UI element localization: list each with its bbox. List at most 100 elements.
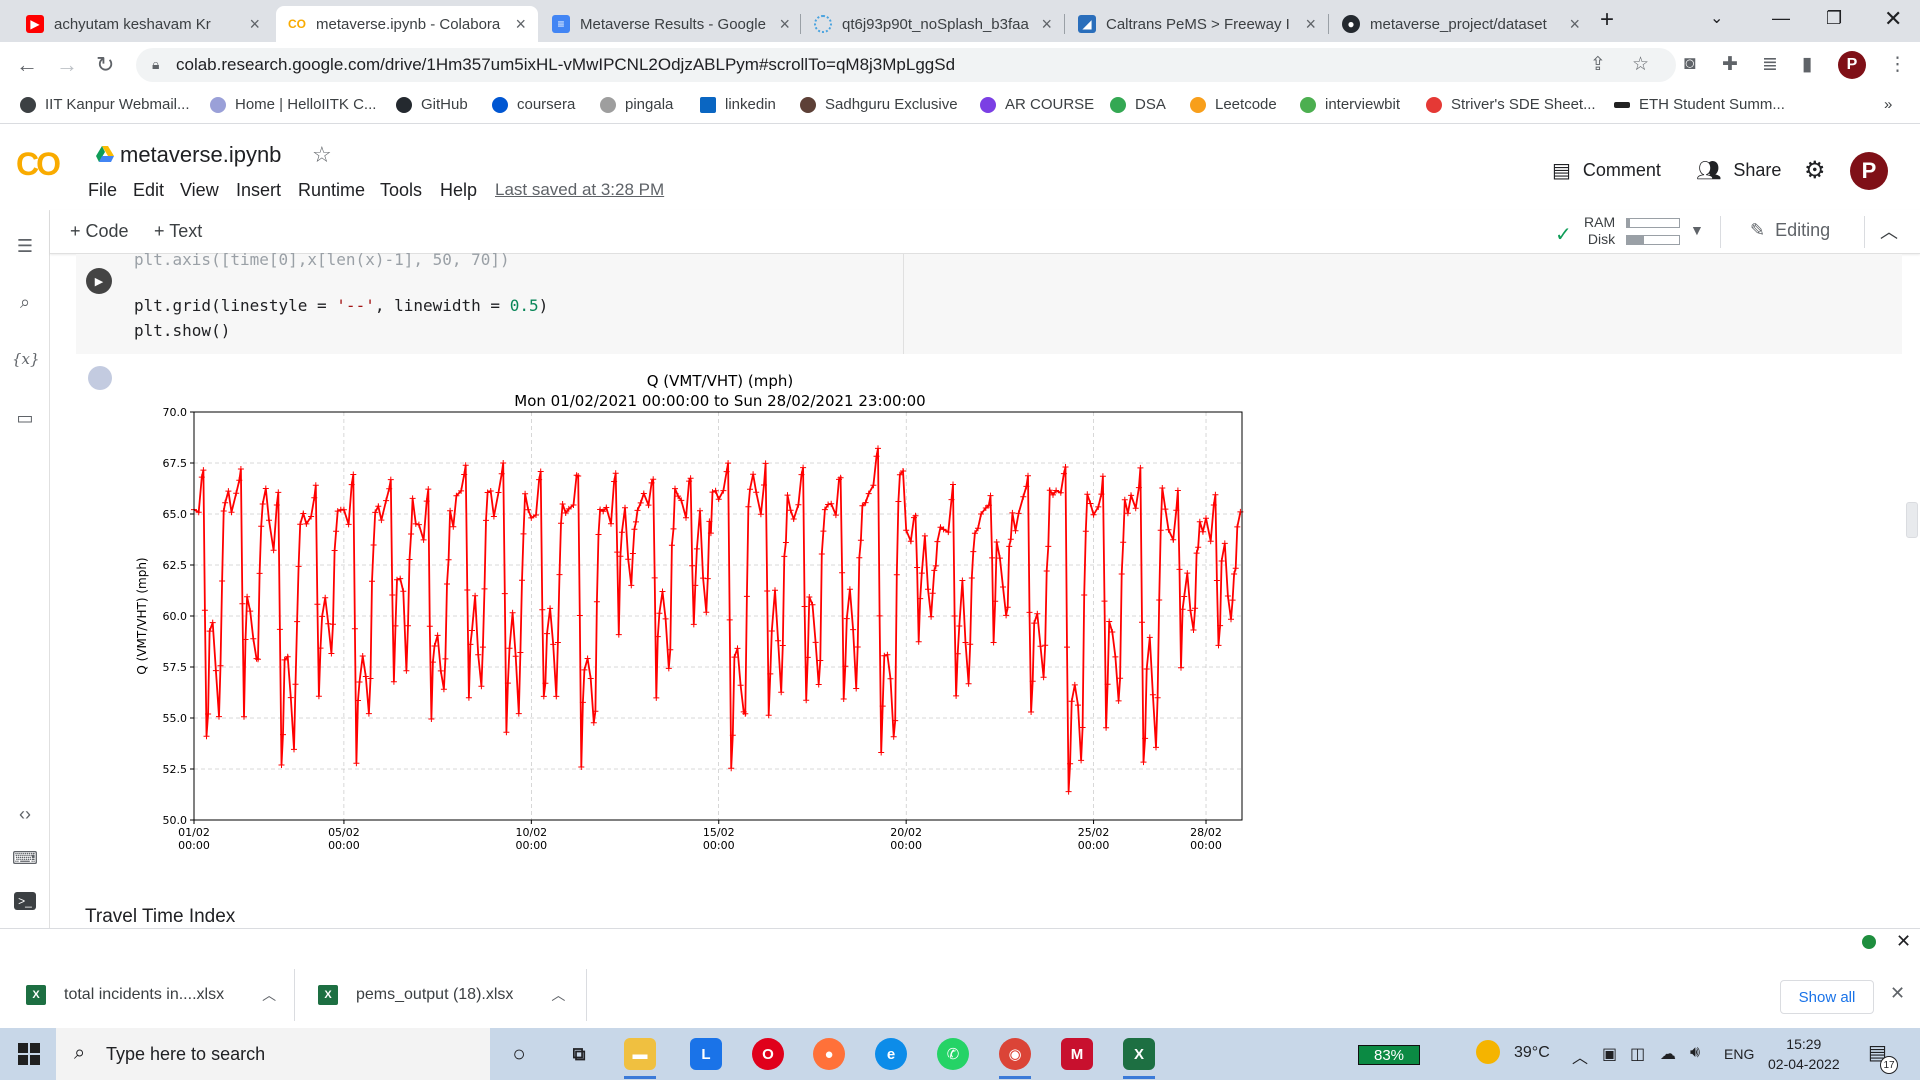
tab-splash[interactable]: qt6j93p90t_noSplash_b3faa × xyxy=(802,6,1064,42)
file-explorer-icon[interactable]: ▬ xyxy=(624,1038,656,1079)
drive-icon[interactable] xyxy=(96,146,114,162)
window-close-icon[interactable]: ✕ xyxy=(1884,6,1902,32)
menu-insert[interactable]: Insert xyxy=(236,180,281,201)
editing-mode-button[interactable]: ✎ Editing xyxy=(1750,220,1830,241)
chevron-up-icon[interactable]: ︿ xyxy=(262,985,276,1005)
windows-start-icon[interactable] xyxy=(18,1043,40,1065)
side-panel-icon[interactable]: ▮ xyxy=(1802,53,1812,76)
tab-search-icon[interactable]: ⌄ xyxy=(1710,8,1723,28)
section-heading-travel-time-index[interactable]: Travel Time Index xyxy=(85,906,235,928)
share-button[interactable]: 👥︎ Share xyxy=(1696,158,1781,183)
clock[interactable]: 15:29 02-04-2022 xyxy=(1768,1034,1840,1074)
weather-sun-icon[interactable] xyxy=(1476,1040,1500,1064)
collapse-header-icon[interactable]: ︿ xyxy=(1880,218,1898,244)
battery-indicator[interactable]: 83% xyxy=(1358,1045,1420,1065)
comment-button[interactable]: ▤ Comment xyxy=(1552,158,1661,183)
restore-icon[interactable]: ❐ xyxy=(1826,8,1842,29)
chevron-up-icon[interactable]: ︿ xyxy=(551,985,565,1005)
close-icon[interactable]: × xyxy=(1305,14,1316,35)
add-code-button[interactable]: + Code xyxy=(70,221,129,242)
close-panel-icon[interactable]: ✕ xyxy=(1896,931,1911,952)
run-cell-icon[interactable]: ▶ xyxy=(86,268,112,294)
bookmark-pingala[interactable]: pingala xyxy=(600,96,673,113)
back-icon[interactable]: ← xyxy=(16,52,38,78)
excel-icon[interactable]: X xyxy=(1123,1038,1155,1079)
close-icon[interactable]: × xyxy=(1569,14,1580,35)
menu-view[interactable]: View xyxy=(180,180,219,201)
opera-icon[interactable]: O xyxy=(752,1038,784,1070)
resources-dropdown-icon[interactable]: ▼ xyxy=(1690,222,1704,238)
bookmark-sadhguru[interactable]: Sadhguru Exclusive xyxy=(800,96,958,113)
close-icon[interactable]: × xyxy=(779,14,790,35)
tray-chevron-up-icon[interactable]: ︿ xyxy=(1572,1044,1588,1068)
bookmark-dsa[interactable]: DSA xyxy=(1110,96,1166,113)
code-snippets-icon[interactable]: ‹› xyxy=(12,804,38,825)
bookmark-leetcode[interactable]: Leetcode xyxy=(1190,96,1277,113)
download-item[interactable]: X pems_output (18).xlsx ︿ xyxy=(318,973,565,1017)
close-icon[interactable]: × xyxy=(249,14,260,35)
l-app-icon[interactable]: L xyxy=(690,1038,722,1070)
share-page-icon[interactable]: ⇪ xyxy=(1590,53,1606,76)
menu-file[interactable]: File xyxy=(88,180,117,201)
profile-avatar[interactable]: P xyxy=(1838,51,1866,79)
disk-meter[interactable] xyxy=(1626,235,1680,245)
output-avatar-icon[interactable] xyxy=(88,366,112,390)
search-icon[interactable]: ⌕ xyxy=(12,292,38,313)
bookmark-hello-iitk[interactable]: Home | HelloIITK C... xyxy=(210,96,376,113)
menu-runtime[interactable]: Runtime xyxy=(298,180,365,201)
star-icon[interactable]: ☆ xyxy=(312,142,332,168)
files-folder-icon[interactable]: ▭ xyxy=(12,408,38,429)
cortana-icon[interactable]: ○ xyxy=(503,1038,535,1070)
task-view-icon[interactable]: ⧉ xyxy=(563,1038,595,1070)
show-all-downloads-button[interactable]: Show all xyxy=(1780,980,1874,1014)
close-icon[interactable]: × xyxy=(515,14,526,35)
menu-help[interactable]: Help xyxy=(440,180,477,201)
minimize-icon[interactable]: — xyxy=(1772,8,1790,29)
camera-icon[interactable]: ◙ xyxy=(1684,53,1695,75)
bookmark-eth[interactable]: ETH Student Summ... xyxy=(1614,96,1785,113)
bookmark-iitk-webmail[interactable]: IIT Kanpur Webmail... xyxy=(20,96,190,113)
bookmark-ar-course[interactable]: AR COURSE xyxy=(980,96,1094,113)
mcafee-icon[interactable]: M xyxy=(1061,1038,1093,1070)
tab-github[interactable]: ● metaverse_project/dataset × xyxy=(1330,6,1592,42)
colab-profile-avatar[interactable]: P xyxy=(1850,152,1888,190)
colab-logo[interactable]: CO xyxy=(16,146,61,183)
extensions-icon[interactable]: ✚ xyxy=(1722,53,1738,76)
language-indicator[interactable]: ENG xyxy=(1724,1046,1754,1062)
forward-icon[interactable]: → xyxy=(56,52,78,78)
last-saved-link[interactable]: Last saved at 3:28 PM xyxy=(495,180,664,200)
bookmark-coursera[interactable]: coursera xyxy=(492,96,575,113)
menu-tools[interactable]: Tools xyxy=(380,180,422,201)
address-bar[interactable]: 🔒︎ colab.research.google.com/drive/1Hm35… xyxy=(136,48,1676,82)
menu-edit[interactable]: Edit xyxy=(133,180,164,201)
bookmark-interviewbit[interactable]: interviewbit xyxy=(1300,96,1400,113)
close-icon[interactable]: × xyxy=(1041,14,1052,35)
bookmark-striver[interactable]: Striver's SDE Sheet... xyxy=(1426,96,1596,113)
reading-list-icon[interactable]: ≣ xyxy=(1762,53,1778,76)
reload-icon[interactable]: ↻ xyxy=(96,52,114,78)
firefox-icon[interactable]: ● xyxy=(813,1038,845,1070)
new-tab-button[interactable]: + xyxy=(1600,6,1614,34)
table-of-contents-icon[interactable]: ☰ xyxy=(12,236,38,257)
bookmarks-overflow-button[interactable]: » xyxy=(1884,96,1892,113)
meet-now-icon[interactable]: ◫ xyxy=(1630,1044,1645,1064)
terminal-icon[interactable]: >_ xyxy=(14,892,36,910)
edge-icon[interactable]: e xyxy=(875,1038,907,1070)
settings-gear-icon[interactable]: ⚙ xyxy=(1804,156,1826,185)
volume-icon[interactable]: 🔊︎ xyxy=(1690,1044,1700,1062)
download-item[interactable]: X total incidents in....xlsx ︿ xyxy=(26,973,276,1017)
tab-youtube[interactable]: ▶ achyutam keshavam Kr × xyxy=(14,6,272,42)
command-palette-icon[interactable]: ⌨ xyxy=(12,848,38,869)
close-downloads-icon[interactable]: ✕ xyxy=(1890,983,1905,1004)
code-cell[interactable]: ▶ plt.axis([time[0],x[len(x)-1], 50, 70]… xyxy=(76,250,1902,354)
tab-colab[interactable]: CO metaverse.ipynb - Colabora × xyxy=(276,6,538,42)
bookmark-linkedin[interactable]: linkedin xyxy=(700,96,776,113)
add-text-button[interactable]: + Text xyxy=(154,221,202,242)
temperature[interactable]: 39°C xyxy=(1514,1044,1550,1062)
tab-docs[interactable]: ≡ Metaverse Results - Google × xyxy=(540,6,802,42)
variables-icon[interactable]: {x} xyxy=(12,350,40,368)
tab-caltrans[interactable]: ◢ Caltrans PeMS > Freeway I × xyxy=(1066,6,1328,42)
bookmark-star-icon[interactable]: ☆ xyxy=(1632,53,1649,76)
chrome-icon[interactable]: ◉ xyxy=(999,1038,1031,1079)
tray-app-icon[interactable]: ▣ xyxy=(1602,1044,1617,1064)
